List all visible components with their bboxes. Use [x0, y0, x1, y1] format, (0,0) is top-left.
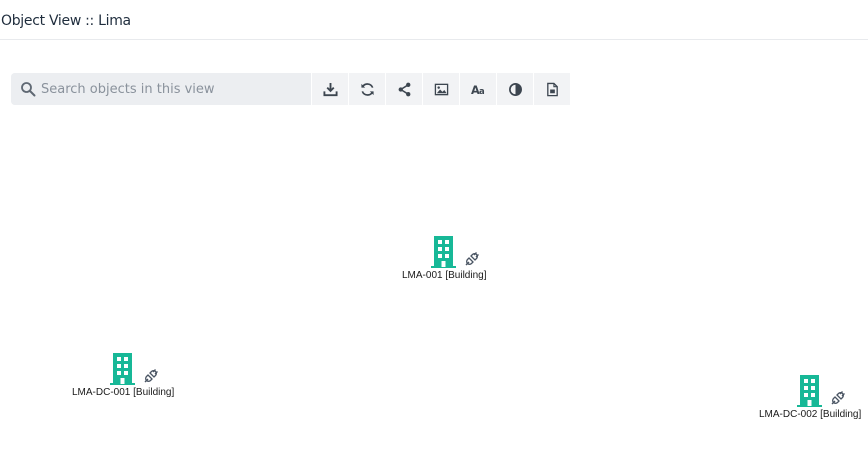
node-label: LMA-DC-002 [Building]: [759, 409, 862, 420]
plug-icon: [831, 391, 845, 405]
object-graph-canvas[interactable]: LMA-001 [Building] LMA-DC-001 [Building]: [0, 106, 868, 456]
font-size-icon: A a: [471, 84, 485, 97]
download-button[interactable]: [311, 73, 348, 105]
search-input[interactable]: [11, 73, 311, 105]
svg-text:a: a: [478, 86, 484, 96]
plug-icon: [144, 369, 158, 383]
building-icon: [431, 236, 456, 268]
refresh-button[interactable]: [348, 73, 385, 105]
building-icon: [797, 375, 822, 407]
view-toolbar: A a: [11, 73, 570, 105]
page-header: Object View :: Lima: [0, 0, 868, 40]
share-icon: [398, 82, 410, 96]
node-label: LMA-DC-001 [Building]: [72, 387, 175, 398]
refresh-icon: [360, 82, 374, 96]
contrast-icon: [508, 82, 522, 96]
export-document-icon: [546, 82, 558, 96]
export-document-button[interactable]: [533, 73, 570, 105]
download-icon: [322, 82, 338, 96]
export-image-button[interactable]: [422, 73, 459, 105]
page-title: Object View :: Lima: [1, 13, 131, 29]
font-size-button[interactable]: A a: [459, 73, 496, 105]
search-icon: [21, 82, 36, 97]
search-box: [11, 73, 311, 105]
plug-icon: [465, 252, 479, 266]
share-button[interactable]: [385, 73, 422, 105]
node-label: LMA-001 [Building]: [402, 270, 487, 281]
image-icon: [434, 83, 448, 95]
contrast-button[interactable]: [496, 73, 533, 105]
building-icon: [110, 353, 135, 385]
